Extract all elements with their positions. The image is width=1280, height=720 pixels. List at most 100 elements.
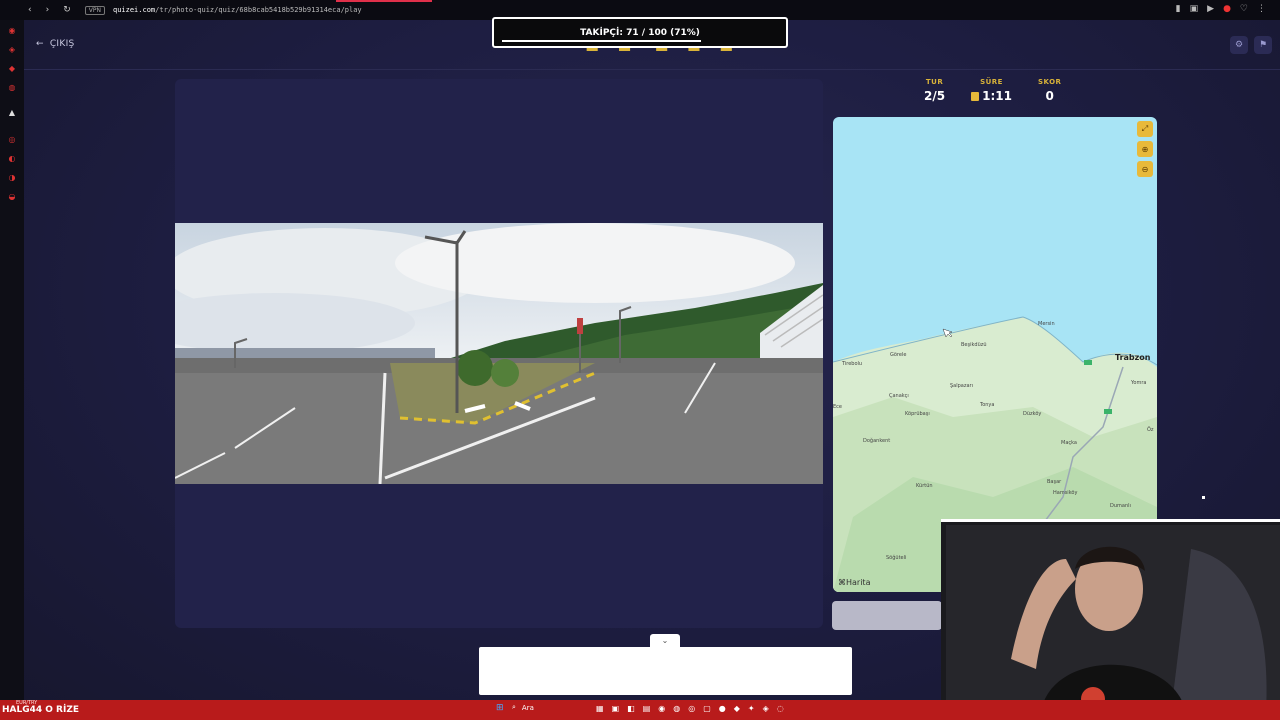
zoom-out-icon[interactable]: ⊖ — [1137, 161, 1153, 177]
windows-start-icon[interactable]: ⊞ — [496, 704, 505, 713]
menu-icon[interactable]: ⋮ — [1257, 4, 1266, 14]
vpn-badge[interactable]: VPN — [84, 5, 105, 15]
map-label: Kürtün — [916, 483, 933, 489]
chevron-down-icon[interactable]: ⌄ — [650, 634, 680, 648]
time-label: SÜRE — [980, 78, 1003, 86]
map-label: Yomra — [1130, 380, 1146, 386]
search-icon: ⌕ — [512, 703, 516, 711]
browser-nav: ‹ › ↻ — [28, 5, 71, 15]
map-label: Maçka — [1061, 440, 1077, 446]
map-label: Dumanlı — [1110, 503, 1131, 509]
score-stat: SKOR 0 — [1038, 78, 1062, 103]
windows-taskbar: EUR/TRY HALG44 O RİZE ⊞ ⌕ Ara ▦ ▣ ◧ ▤ ◉ … — [0, 700, 1280, 720]
back-icon[interactable]: ‹ — [28, 5, 32, 15]
map-label: Ece — [833, 404, 842, 410]
map-label: Hamsiköy — [1053, 490, 1077, 496]
browser-sidebar: ◉ ◈ ◆ ◍ ▲ ◎ ◐ ◑ ◒ — [0, 20, 24, 700]
round-stat: TUR 2/5 — [924, 78, 945, 103]
active-tab-indicator — [336, 0, 432, 2]
taskbar-search-label: Ara — [521, 703, 534, 712]
sidebar-app-icon[interactable]: ▲ — [9, 108, 15, 117]
forward-icon[interactable]: › — [46, 5, 50, 15]
map-label: Başar — [1047, 479, 1062, 485]
sidebar-app-icon[interactable]: ◉ — [9, 26, 16, 35]
url-path: /tr/photo-quiz/quiz/68b8cab5418b529b9131… — [155, 6, 362, 14]
map-label: Görele — [890, 352, 906, 358]
exit-label: ÇIKIŞ — [49, 39, 75, 49]
map-label: Beşikdüzü — [961, 342, 987, 348]
whatsapp-icon[interactable]: ◌ — [777, 704, 784, 713]
app-icon[interactable]: ▣ — [612, 704, 620, 713]
sidebar-app-icon[interactable]: ◆ — [9, 64, 15, 73]
app-icon[interactable]: ◧ — [627, 704, 635, 713]
sidebar-app-icon[interactable]: ◈ — [9, 45, 15, 54]
map-label: Köprübaşı — [905, 411, 930, 417]
url-domain: quizei.com — [112, 6, 156, 14]
map-attribution: ⌘Harita — [838, 578, 871, 587]
indicator-dot — [1202, 496, 1205, 499]
time-stat: SÜRE 1:11 — [971, 78, 1012, 103]
map-label: Düzköy — [1023, 411, 1041, 417]
overlay-panel — [479, 647, 852, 695]
map-label: Şalpazarı — [950, 383, 973, 389]
app-icon[interactable]: ◈ — [763, 704, 769, 713]
sidebar-app-icon[interactable]: ◍ — [9, 83, 16, 92]
extension-icons: ▮ ▣ ▶ ● ♡ ⋮ — [1176, 4, 1266, 14]
ticker-text: HALG44 O RİZE — [2, 705, 80, 715]
map-label: Çanakçı — [889, 393, 909, 399]
header-divider — [24, 69, 1280, 70]
favorite-icon[interactable]: ♡ — [1240, 4, 1248, 14]
expand-icon[interactable]: ⤢ — [1137, 121, 1153, 137]
exit-button[interactable]: ← ÇIKIŞ — [36, 39, 75, 49]
map-label: Tirebolu — [841, 361, 862, 367]
app-icon[interactable]: ● — [719, 704, 726, 713]
extension-icon[interactable]: ▶ — [1207, 4, 1214, 14]
time-value-wrap: 1:11 — [971, 89, 1012, 103]
taskbar-apps: ▦ ▣ ◧ ▤ ◉ ◍ ◎ ▢ ● ◆ ✦ ◈ ◌ — [596, 704, 784, 713]
streamer-webcam — [941, 519, 1280, 712]
gear-icon[interactable]: ⚙ — [1230, 36, 1248, 54]
folder-icon[interactable]: ▤ — [643, 704, 651, 713]
map-label: Tonya — [979, 402, 994, 408]
header-actions: ⚙ ⚑ — [1230, 36, 1272, 54]
hourglass-icon — [971, 91, 980, 101]
map-label: Söğüteli — [886, 554, 906, 561]
app-icon[interactable]: ▦ — [596, 704, 604, 713]
app-icon[interactable]: ◎ — [688, 704, 695, 713]
map-label: Mersin — [1038, 321, 1055, 327]
round-value: 2/5 — [924, 89, 946, 103]
sidebar-app-icon[interactable]: ◐ — [9, 154, 16, 163]
game-stats: TUR 2/5 SÜRE 1:11 SKOR 0 — [924, 78, 1061, 103]
score-label: SKOR — [1037, 78, 1062, 86]
map-credit-text: Harita — [846, 578, 871, 587]
time-value: 1:11 — [982, 89, 1012, 103]
street-view-photo — [175, 223, 823, 484]
flag-icon[interactable]: ⚑ — [1254, 36, 1272, 54]
app-icon[interactable]: ◆ — [734, 704, 740, 713]
follower-goal-overlay: TAKİPÇİ: 71 / 100 (71%) — [492, 17, 788, 48]
extension-icon[interactable]: ▣ — [1190, 4, 1199, 14]
app-icon[interactable]: ◉ — [658, 704, 665, 713]
reload-icon[interactable]: ↻ — [63, 5, 71, 15]
follower-count: TAKİPÇİ: 71 / 100 (71%) — [580, 27, 700, 38]
sidebar-app-icon[interactable]: ◎ — [9, 135, 16, 144]
map-label: Öz — [1147, 426, 1154, 433]
taskbar-search[interactable]: ⌕ Ara — [512, 703, 534, 712]
follower-progress-bar — [502, 40, 701, 42]
sidebar-app-icon[interactable]: ◑ — [9, 173, 16, 182]
extension-icon[interactable]: ▮ — [1176, 4, 1181, 14]
app-icon[interactable]: ▢ — [703, 704, 711, 713]
app-icon[interactable]: ◍ — [673, 704, 680, 713]
app-icon[interactable]: ✦ — [748, 704, 755, 713]
round-label: TUR — [925, 78, 944, 86]
extension-icon[interactable]: ● — [1223, 4, 1231, 14]
score-value: 0 — [1045, 89, 1054, 103]
webcam-feed — [941, 519, 1280, 712]
address-bar[interactable]: quizei.com/tr/photo-quiz/quiz/68b8cab541… — [113, 6, 362, 14]
map-label: Trabzon — [1115, 353, 1151, 362]
guess-button[interactable] — [832, 601, 942, 630]
arrow-left-icon: ← — [36, 39, 44, 49]
zoom-in-icon[interactable]: ⊕ — [1137, 141, 1153, 157]
sidebar-app-icon[interactable]: ◒ — [9, 192, 16, 201]
ticker-header: EUR/TRY — [16, 700, 38, 706]
